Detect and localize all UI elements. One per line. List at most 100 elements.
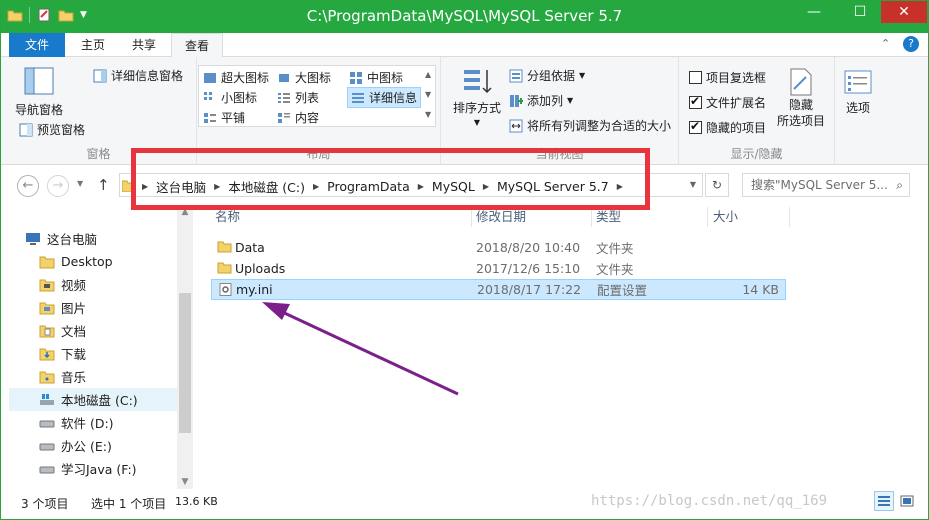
nav-music[interactable]: 音乐: [39, 365, 177, 388]
window-title: C:\ProgramData\MySQL\MySQL Server 5.7: [306, 7, 623, 25]
nav-pane-button[interactable]: 导航窗格: [15, 65, 63, 118]
details-view-button[interactable]: [874, 491, 894, 511]
add-column-icon: [510, 94, 523, 107]
item-checkboxes-checkbox[interactable]: [689, 71, 702, 84]
gallery-scroll-up-icon[interactable]: ▲: [425, 70, 431, 79]
layout-large-icons[interactable]: 大图标: [277, 69, 331, 86]
group-by-button[interactable]: 分组依据 ▼: [509, 67, 585, 84]
file-date: 2018/8/20 10:40: [476, 240, 581, 255]
forward-button[interactable]: →: [47, 175, 69, 197]
hidden-items-checkbox[interactable]: [689, 119, 702, 134]
breadcrumb-mysql-server[interactable]: MySQL Server 5.7: [497, 179, 609, 194]
preview-pane-button[interactable]: 预览窗格: [19, 121, 85, 138]
nav-local-disk-c[interactable]: 本地磁盘 (C:): [9, 388, 177, 411]
gallery-expand-icon[interactable]: ▼: [425, 110, 431, 119]
tab-share[interactable]: 共享: [121, 33, 167, 57]
breadcrumb-local-disk[interactable]: 本地磁盘 (C:): [228, 177, 305, 196]
search-icon[interactable]: ⌕: [896, 174, 903, 196]
address-bar[interactable]: ▶ 这台电脑 ▶ 本地磁盘 (C:) ▶ ProgramData ▶ MySQL…: [119, 173, 703, 197]
collapse-ribbon-icon[interactable]: ⌃: [881, 37, 890, 50]
layout-small-icons[interactable]: 小图标: [203, 89, 257, 106]
tab-file[interactable]: 文件: [9, 33, 65, 57]
details-pane-button[interactable]: 详细信息窗格: [93, 67, 183, 84]
help-icon[interactable]: ?: [903, 36, 919, 52]
breadcrumb: ▶ 这台电脑 ▶ 本地磁盘 (C:) ▶ ProgramData ▶ MySQL…: [142, 177, 623, 196]
layout-large-label: 大图标: [295, 71, 332, 85]
large-icons-icon: [279, 73, 289, 82]
sort-icon: [464, 70, 492, 94]
preview-pane-icon: [19, 123, 33, 136]
panes-group: 导航窗格 详细信息窗格 预览窗格 窗格: [1, 57, 197, 165]
layout-medium-icons[interactable]: 中图标: [349, 69, 403, 86]
file-row[interactable]: Uploads 2017/12/6 15:10 文件夹: [211, 258, 786, 279]
close-button[interactable]: ✕: [881, 1, 927, 23]
fit-columns-button[interactable]: 将所有列调整为合适的大小: [509, 117, 671, 134]
layout-tiles[interactable]: 平铺: [203, 109, 245, 126]
breadcrumb-mysql[interactable]: MySQL: [432, 179, 475, 194]
tab-home[interactable]: 主页: [71, 33, 115, 57]
nav-pane-icon: [24, 67, 54, 95]
file-extensions-toggle[interactable]: 文件扩展名: [689, 94, 766, 111]
search-input[interactable]: 搜索"MySQL Server 5... ⌕: [742, 173, 910, 197]
nav-drive-f[interactable]: 学习Java (F:): [39, 457, 177, 480]
chevron-down-icon: ▼: [473, 118, 481, 127]
nav-documents[interactable]: 文档: [39, 319, 177, 342]
nav-label: 软件 (D:): [61, 416, 114, 431]
file-name: my.ini: [236, 282, 273, 297]
minimize-button[interactable]: —: [791, 1, 837, 23]
nav-pane-scrollbar[interactable]: ▲ ▼: [177, 205, 193, 491]
nav-desktop[interactable]: Desktop: [39, 250, 177, 273]
column-divider[interactable]: [591, 207, 592, 227]
column-divider[interactable]: [789, 207, 790, 227]
selected-size: 13.6 KB: [175, 495, 218, 508]
layout-extra-large-icons[interactable]: 超大图标: [203, 69, 269, 86]
drive-icon: [39, 466, 55, 473]
column-header-type[interactable]: 类型: [596, 207, 621, 227]
file-date: 2018/8/17 17:22: [477, 282, 582, 297]
add-column-button[interactable]: 添加列 ▼: [509, 92, 573, 109]
breadcrumb-this-pc[interactable]: 这台电脑: [156, 177, 206, 196]
current-view-group: 排序方式 ▼ 分组依据 ▼ 添加列 ▼ 将所有列调整为合适的大小 当前视图: [441, 57, 679, 165]
gallery-scroll-down-icon[interactable]: ▼: [425, 90, 431, 99]
nav-this-pc[interactable]: 这台电脑: [25, 227, 175, 250]
refresh-button[interactable]: ↻: [705, 173, 729, 197]
hidden-items-toggle[interactable]: 隐藏的项目: [689, 119, 766, 136]
column-header-name[interactable]: 名称: [215, 207, 240, 227]
column-divider[interactable]: [707, 207, 708, 227]
item-count: 3 个项目: [21, 497, 69, 511]
layout-content[interactable]: 内容: [277, 109, 319, 126]
large-icons-view-icon: [900, 495, 914, 507]
file-row-selected[interactable]: my.ini 2018/8/17 17:22 配置设置 14 KB: [211, 279, 786, 300]
up-button[interactable]: ↑: [97, 176, 110, 194]
sort-by-button[interactable]: 排序方式 ▼: [453, 67, 501, 127]
details-view-icon: [878, 496, 890, 506]
nav-drive-d[interactable]: 软件 (D:): [39, 411, 177, 434]
layout-tiles-label: 平铺: [221, 111, 246, 125]
large-icons-view-button[interactable]: [897, 491, 917, 511]
nav-drive-e[interactable]: 办公 (E:): [39, 434, 177, 457]
nav-videos[interactable]: 视频: [39, 273, 177, 296]
hide-selected-icon: [790, 68, 812, 96]
address-history-icon[interactable]: ▼: [690, 180, 696, 189]
nav-label: 音乐: [61, 370, 87, 385]
search-placeholder: 搜索"MySQL Server 5...: [751, 178, 888, 192]
scroll-down-icon[interactable]: ▼: [177, 477, 193, 487]
hide-selected-button[interactable]: 隐藏 所选项目: [777, 67, 825, 129]
recent-locations-icon[interactable]: ▼: [77, 179, 83, 188]
breadcrumb-programdata[interactable]: ProgramData: [327, 179, 410, 194]
nav-downloads[interactable]: 下载: [39, 342, 177, 365]
maximize-button[interactable]: ☐: [837, 1, 883, 23]
back-button[interactable]: ←: [17, 175, 39, 197]
layout-list[interactable]: 列表: [277, 89, 319, 106]
file-row[interactable]: Data 2018/8/20 10:40 文件夹: [211, 237, 786, 258]
scrollbar-thumb[interactable]: [179, 293, 191, 433]
nav-pictures[interactable]: 图片: [39, 296, 177, 319]
column-header-date[interactable]: 修改日期: [476, 207, 526, 227]
file-extensions-checkbox[interactable]: [689, 94, 702, 109]
column-header-size[interactable]: 大小: [713, 207, 738, 227]
item-checkboxes-toggle[interactable]: 项目复选框: [689, 69, 766, 86]
options-button[interactable]: 选项: [843, 69, 873, 116]
layout-details[interactable]: 详细信息: [347, 87, 422, 108]
tab-view[interactable]: 查看: [171, 33, 223, 58]
column-divider[interactable]: [471, 207, 472, 227]
